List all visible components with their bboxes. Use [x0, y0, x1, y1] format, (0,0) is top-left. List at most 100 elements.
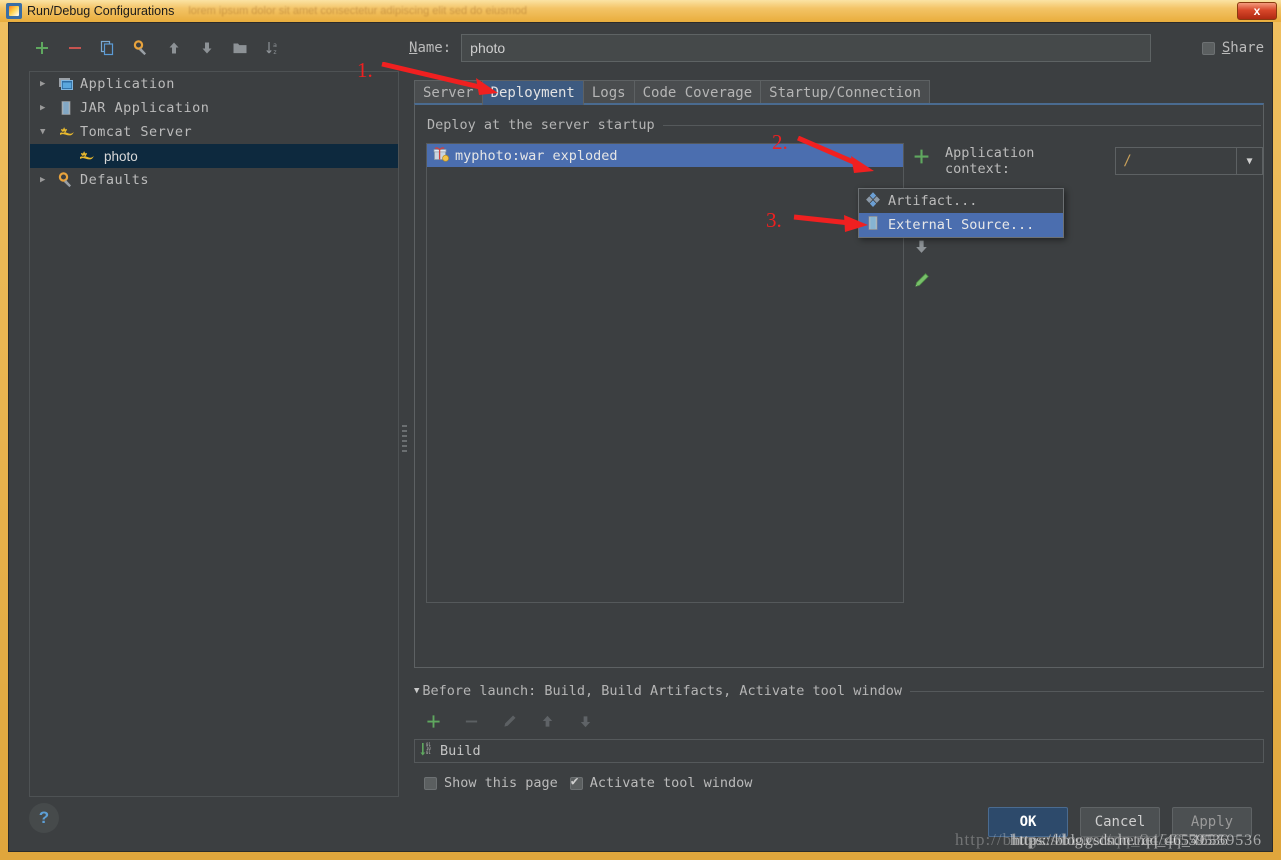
application-window: Run/Debug Configurations lorem ipsum dol…: [0, 0, 1281, 860]
before-launch-options: Show this page Activate tool window: [414, 774, 1264, 791]
name-label: Name:: [409, 40, 452, 56]
edit-artifact-button[interactable]: [910, 269, 932, 291]
remove-task-button[interactable]: [460, 710, 482, 732]
sort-az-icon[interactable]: a z: [262, 37, 284, 59]
editor-tabs[interactable]: Server Deployment Logs Code Coverage Sta…: [414, 79, 930, 105]
menu-item-label: External Source...: [888, 217, 1035, 233]
menu-item-external-source[interactable]: External Source...: [859, 213, 1063, 237]
jar-icon: [58, 100, 80, 116]
expand-triangle-icon[interactable]: ▶: [40, 175, 58, 185]
collapse-triangle-icon[interactable]: ▼: [414, 686, 419, 696]
collapse-triangle-icon[interactable]: ▼: [40, 127, 58, 137]
build-icon: 01 10 01: [419, 741, 435, 761]
tree-node-tomcat-server[interactable]: ▼ Tomcat Server: [30, 120, 398, 144]
deploy-legend: Deploy at the server startup: [427, 117, 1263, 133]
before-launch-header[interactable]: ▼ Before launch: Build, Build Artifacts,…: [414, 683, 1264, 699]
application-context-label: Application context:: [945, 145, 1035, 177]
tree-node-label: Defaults: [80, 172, 150, 188]
ok-button[interactable]: OK: [988, 807, 1068, 837]
copy-configuration-button[interactable]: [97, 37, 119, 59]
close-icon[interactable]: x: [1237, 2, 1277, 20]
configurations-tree[interactable]: ▶ Application ▶ JAR Application ▼ Tomcat…: [29, 71, 399, 797]
tree-node-label: JAR Application: [80, 100, 210, 116]
application-context-value[interactable]: /: [1116, 153, 1236, 169]
tree-node-photo[interactable]: photo: [30, 144, 398, 168]
tab-logs[interactable]: Logs: [582, 80, 635, 105]
name-row: Name: Share: [409, 33, 1264, 63]
show-this-page-checkbox[interactable]: Show this page: [424, 775, 558, 791]
name-input[interactable]: [461, 34, 1152, 62]
title-bar-background-text: lorem ipsum dolor sit amet consectetur a…: [188, 5, 528, 17]
move-up-button[interactable]: [163, 37, 185, 59]
activate-tool-window-box[interactable]: [569, 774, 583, 790]
tomcat-icon: [58, 124, 80, 140]
activate-tool-window-label: Activate tool window: [589, 775, 753, 791]
activate-tool-window-checkbox[interactable]: Activate tool window: [569, 774, 753, 791]
external-source-icon: [865, 215, 881, 235]
run-debug-configurations-dialog: a z ▶ Application ▶ JAR Application ▼ To…: [8, 22, 1273, 852]
remove-configuration-button[interactable]: [64, 37, 86, 59]
application-context-combo[interactable]: / ▼: [1115, 147, 1263, 175]
expand-triangle-icon[interactable]: ▶: [40, 79, 58, 89]
edit-task-button[interactable]: [498, 710, 520, 732]
tree-node-label: Application: [80, 76, 175, 92]
help-button[interactable]: ?: [29, 803, 59, 833]
gear-wrench-icon[interactable]: [130, 37, 152, 59]
expand-triangle-icon[interactable]: ▶: [40, 103, 58, 113]
svg-text:01: 01: [426, 750, 431, 755]
deploy-artifacts-list[interactable]: myphoto:war exploded: [426, 143, 904, 603]
show-this-page-label: Show this page: [444, 775, 558, 791]
gear-wrench-icon: [58, 172, 80, 188]
panel-splitter[interactable]: [401, 33, 407, 803]
tree-node-defaults[interactable]: ▶ Defaults: [30, 168, 398, 192]
chevron-down-icon[interactable]: ▼: [1236, 148, 1262, 174]
cancel-button[interactable]: Cancel: [1080, 807, 1160, 837]
window-title: Run/Debug Configurations: [27, 4, 175, 18]
section-divider: [909, 690, 1264, 692]
app-logo-icon: [6, 3, 22, 19]
deploy-legend-text: Deploy at the server startup: [427, 117, 655, 133]
move-down-artifact-button[interactable]: [910, 235, 932, 257]
configurations-panel: a z ▶ Application ▶ JAR Application ▼ To…: [19, 33, 399, 803]
menu-item-label: Artifact...: [888, 193, 978, 209]
before-launch-title: Before launch: Build, Build Artifacts, A…: [422, 683, 902, 699]
configuration-editor-panel: Name: Share Server Deployment Logs Code …: [409, 33, 1264, 803]
application-icon: [58, 76, 80, 92]
tree-node-jar-application[interactable]: ▶ JAR Application: [30, 96, 398, 120]
add-artifact-popup-menu[interactable]: Artifact... External Source...: [858, 188, 1064, 238]
apply-button[interactable]: Apply: [1172, 807, 1252, 837]
artifact-icon: [865, 191, 881, 211]
menu-item-artifact[interactable]: Artifact...: [859, 189, 1063, 213]
task-move-down-button[interactable]: [574, 710, 596, 732]
tree-node-label: Tomcat Server: [80, 124, 193, 140]
svg-text:z: z: [273, 48, 277, 56]
tab-startup-connection[interactable]: Startup/Connection: [760, 80, 930, 105]
add-task-button[interactable]: [422, 710, 444, 732]
title-bar: Run/Debug Configurations lorem ipsum dol…: [0, 0, 1281, 22]
share-checkbox-box[interactable]: [1201, 41, 1215, 55]
legend-divider: [662, 124, 1261, 126]
artifact-war-icon: [433, 146, 449, 166]
show-this-page-box[interactable]: [424, 776, 437, 790]
tree-node-label: photo: [104, 148, 138, 164]
dialog-buttons: OK Cancel Apply: [988, 807, 1252, 837]
configurations-toolbar: a z: [19, 33, 399, 63]
task-label: Build: [440, 743, 481, 759]
application-context-row: Application context: / ▼: [945, 145, 1263, 177]
share-checkbox[interactable]: Share: [1201, 40, 1264, 56]
tab-code-coverage[interactable]: Code Coverage: [633, 80, 762, 105]
list-item[interactable]: myphoto:war exploded: [427, 144, 903, 167]
tab-deployment[interactable]: Deployment: [481, 80, 584, 105]
splitter-grip-icon: [402, 425, 407, 455]
tab-server[interactable]: Server: [414, 80, 483, 105]
create-folder-button[interactable]: [229, 37, 251, 59]
task-move-up-button[interactable]: [536, 710, 558, 732]
add-configuration-button[interactable]: [31, 37, 53, 59]
before-launch-task-row[interactable]: 01 10 01 Build: [414, 739, 1264, 763]
tree-node-application[interactable]: ▶ Application: [30, 72, 398, 96]
deployment-tab-panel: Deploy at the server startup myphoto:war…: [414, 103, 1264, 668]
tomcat-icon: [78, 148, 100, 164]
move-down-button[interactable]: [196, 37, 218, 59]
add-artifact-button[interactable]: [910, 145, 932, 167]
before-launch-section: ▼ Before launch: Build, Build Artifacts,…: [414, 683, 1264, 791]
